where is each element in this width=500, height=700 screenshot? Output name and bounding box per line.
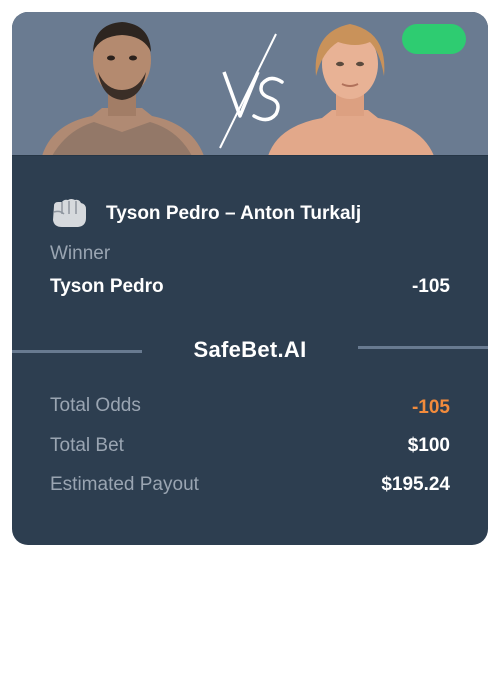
fighter-left-photo (42, 22, 204, 156)
brand-name: SafeBet.AI (193, 337, 307, 362)
matchup-row: Tyson Pedro – Anton Turkalj (48, 196, 468, 230)
bet-slip-card: Tyson Pedro – Anton Turkalj Winner Tyson… (12, 12, 488, 545)
matchup-hero (12, 12, 488, 156)
total-odds-value: -105 (411, 397, 450, 418)
fist-icon (53, 199, 86, 227)
estimated-payout-label: Estimated Payout (50, 474, 199, 495)
total-bet-value: $100 (407, 435, 450, 456)
total-odds-label: Total Odds (50, 395, 141, 416)
market-label: Winner (50, 243, 111, 264)
pick-name: Tyson Pedro (50, 276, 164, 297)
total-bet-label: Total Bet (50, 435, 124, 456)
hero-divider (12, 155, 488, 156)
status-toggle[interactable] (402, 24, 466, 54)
matchup-title: Tyson Pedro – Anton Turkalj (106, 203, 362, 224)
brand-divider-right (358, 346, 488, 349)
pick-odds: -105 (411, 276, 450, 297)
estimated-payout-value: $195.24 (381, 474, 450, 495)
